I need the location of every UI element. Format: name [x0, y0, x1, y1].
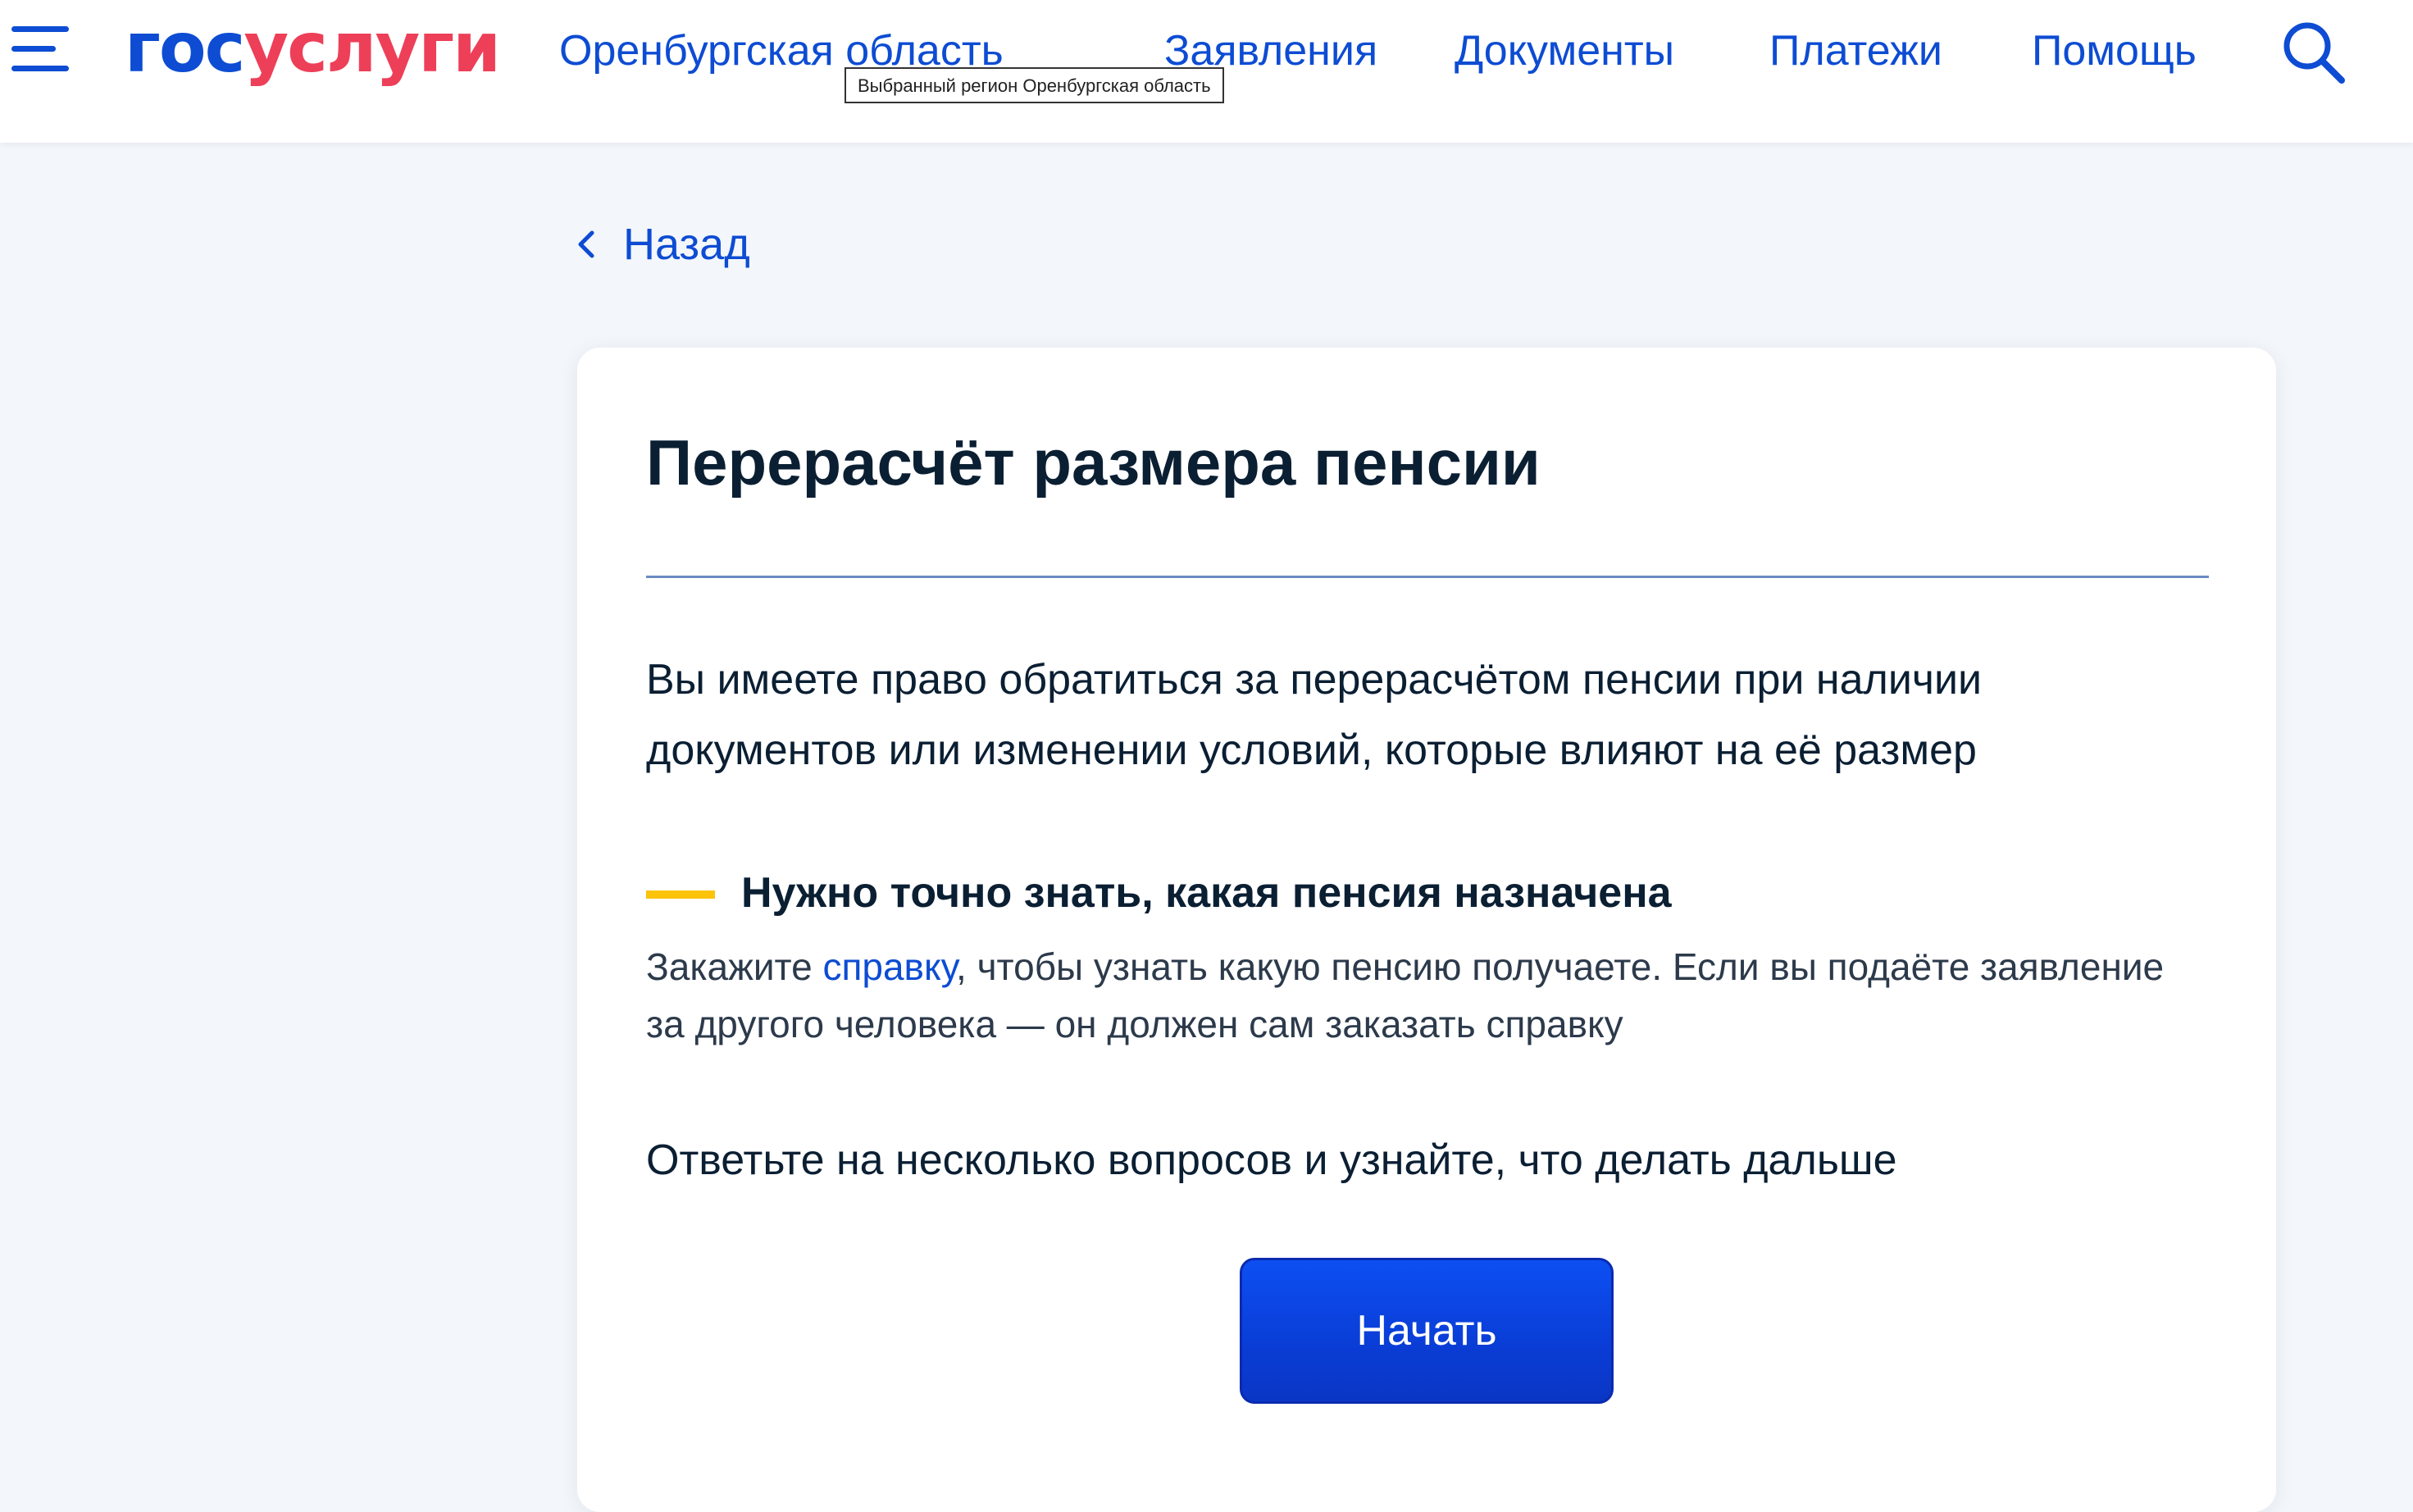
- certificate-link[interactable]: справку: [822, 945, 956, 988]
- region-tooltip: Выбранный регион Оренбургская область: [845, 67, 1224, 103]
- top-header: госуслуги Оренбургская область Заявления…: [0, 0, 2413, 143]
- service-card: Перерасчёт размера пенсии Вы имеете прав…: [577, 348, 2276, 1512]
- logo-part-gos: гос: [125, 7, 245, 88]
- notice-text-before: Закажите: [646, 945, 823, 988]
- back-label: Назад: [623, 220, 750, 269]
- hamburger-menu-icon[interactable]: [11, 23, 71, 75]
- chevron-left-icon: [578, 230, 594, 258]
- nav-payments[interactable]: Платежи: [1769, 18, 1942, 84]
- notice-text: Закажите справку, чтобы узнать какую пен…: [646, 938, 2188, 1053]
- nav-help[interactable]: Помощь: [2032, 18, 2197, 84]
- logo-part-uslugi: услуги: [244, 7, 501, 88]
- title-divider: [646, 576, 2209, 578]
- nav-documents[interactable]: Документы: [1455, 18, 1674, 84]
- search-icon[interactable]: [2279, 18, 2348, 87]
- gosuslugi-logo[interactable]: госуслуги: [125, 7, 501, 89]
- questions-prompt: Ответьте на несколько вопросов и узнайте…: [646, 1136, 1897, 1184]
- intro-text: Вы имеете право обратиться за перерасчёт…: [646, 656, 1983, 774]
- notice-accent-bar: [646, 890, 715, 899]
- notice-title: Нужно точно знать, какая пенсия назначен…: [741, 869, 1672, 917]
- page-title: Перерасчёт размера пенсии: [646, 426, 1541, 499]
- start-button[interactable]: Начать: [1240, 1258, 1614, 1404]
